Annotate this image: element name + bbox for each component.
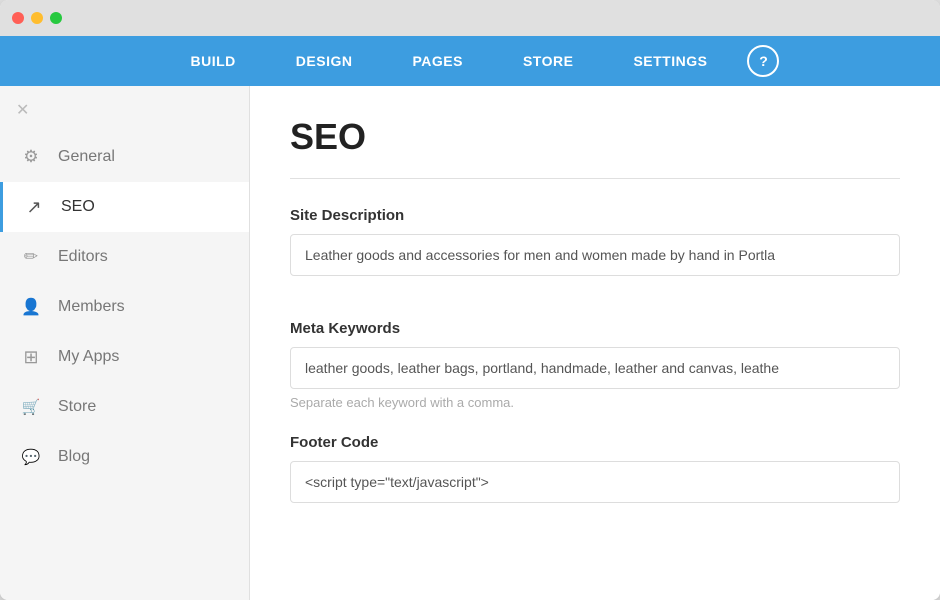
sidebar-label-seo: SEO [61, 198, 95, 216]
sidebar-item-members[interactable]: Members [0, 282, 249, 332]
footer-code-section: Footer Code [290, 434, 900, 523]
sidebar-label-myapps: My Apps [58, 348, 119, 366]
page-title: SEO [290, 116, 900, 158]
gear-icon [20, 146, 42, 168]
section-divider [290, 178, 900, 179]
chat-icon [20, 446, 42, 468]
titlebar [0, 0, 940, 36]
help-button[interactable]: ? [747, 45, 779, 77]
sidebar-item-blog[interactable]: Blog [0, 432, 249, 482]
sidebar-label-members: Members [58, 298, 125, 316]
sidebar-item-store[interactable]: Store [0, 382, 249, 432]
maximize-button[interactable] [50, 12, 62, 24]
nav-design[interactable]: DESIGN [266, 36, 383, 86]
meta-keywords-helper: Separate each keyword with a comma. [290, 395, 900, 410]
site-description-section: Site Description [290, 207, 900, 296]
minimize-button[interactable] [31, 12, 43, 24]
meta-keywords-input[interactable] [290, 347, 900, 389]
main-layout: ✕ General SEO Editors Members My Apps [0, 86, 940, 600]
pen-icon [20, 246, 42, 268]
chart-icon [23, 196, 45, 218]
app-window: BUILD DESIGN PAGES STORE SETTINGS ? ✕ Ge… [0, 0, 940, 600]
nav-settings[interactable]: SETTINGS [603, 36, 737, 86]
sidebar-item-general[interactable]: General [0, 132, 249, 182]
sidebar-item-editors[interactable]: Editors [0, 232, 249, 282]
sidebar-label-general: General [58, 148, 115, 166]
site-description-input[interactable] [290, 234, 900, 276]
footer-code-label: Footer Code [290, 434, 900, 451]
meta-keywords-section: Meta Keywords Separate each keyword with… [290, 320, 900, 410]
sidebar-label-blog: Blog [58, 448, 90, 466]
close-button[interactable] [12, 12, 24, 24]
nav-store[interactable]: STORE [493, 36, 603, 86]
content-area: SEO Site Description Meta Keywords Separ… [250, 86, 940, 600]
sidebar-close-area: ✕ [0, 96, 249, 132]
top-navigation: BUILD DESIGN PAGES STORE SETTINGS ? [0, 36, 940, 86]
close-sidebar-button[interactable]: ✕ [16, 100, 29, 120]
sidebar-item-seo[interactable]: SEO [0, 182, 249, 232]
sidebar: ✕ General SEO Editors Members My Apps [0, 86, 250, 600]
cart-icon [20, 396, 42, 418]
traffic-lights [12, 12, 62, 24]
user-icon [20, 296, 42, 318]
sidebar-label-store: Store [58, 398, 96, 416]
site-description-label: Site Description [290, 207, 900, 224]
nav-pages[interactable]: PAGES [382, 36, 492, 86]
sidebar-label-editors: Editors [58, 248, 108, 266]
footer-code-input[interactable] [290, 461, 900, 503]
apps-icon [20, 346, 42, 368]
meta-keywords-label: Meta Keywords [290, 320, 900, 337]
sidebar-item-myapps[interactable]: My Apps [0, 332, 249, 382]
nav-build[interactable]: BUILD [161, 36, 266, 86]
